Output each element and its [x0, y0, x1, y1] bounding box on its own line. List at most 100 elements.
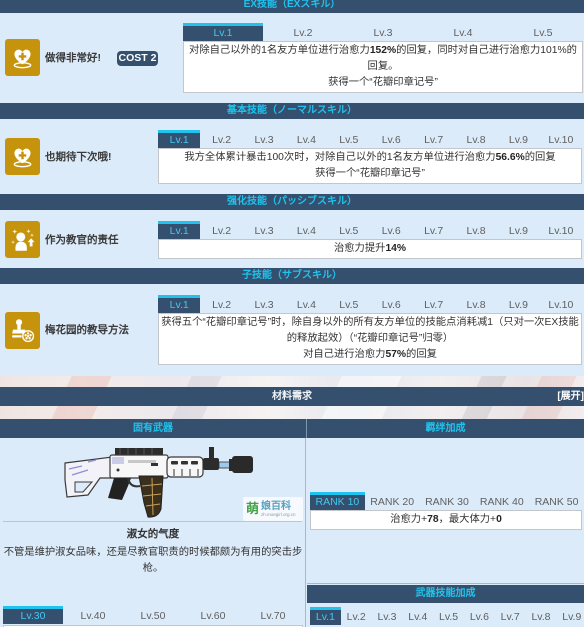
sub-skill-name: 梅花园的教导方法	[45, 324, 129, 336]
normal-skill-tab-lv-3[interactable]: Lv.3	[243, 130, 285, 148]
ex-skill-tab-lv-2[interactable]: Lv.2	[263, 23, 343, 41]
bond-rank-tab-rank-50[interactable]: RANK 50	[529, 492, 584, 510]
sub-skill-tab-lv-3[interactable]: Lv.3	[243, 295, 285, 313]
bond-description: 治愈力+78，最大体力+0	[310, 510, 582, 530]
weapon-skill-tab-lv-7[interactable]: Lv.7	[495, 607, 526, 625]
normal-skill-level-table: Lv.1 Lv.2 Lv.3 Lv.4 Lv.5 Lv.6 Lv.7 Lv.8 Lv.9 Lv.1…	[158, 130, 582, 184]
normal-skill-description: 我方全体累计暴击100次时，对除自己以外的1名友方单位进行治愈力56.6%的回复…	[158, 148, 582, 184]
passive-skill-tab-lv-5[interactable]: Lv.5	[328, 221, 370, 239]
sub-skill-tab-lv-6[interactable]: Lv.6	[370, 295, 412, 313]
sub-skill-tab-lv-4[interactable]: Lv.4	[285, 295, 327, 313]
weapon-skill-tab-lv-3[interactable]: Lv.3	[372, 607, 403, 625]
sub-skill-tab-lv-7[interactable]: Lv.7	[412, 295, 454, 313]
passive-skill-tab-lv-2[interactable]: Lv.2	[200, 221, 242, 239]
watermark-logo: 萌	[246, 501, 260, 516]
sub-skill-level-table: Lv.1 Lv.2 Lv.3 Lv.4 Lv.5 Lv.6 Lv.7 Lv.8 Lv.9 Lv.1…	[158, 295, 582, 365]
bond-header: 羁绊加成	[306, 419, 584, 438]
weapon-divider	[3, 521, 302, 522]
bond-rank-tab-rank-40[interactable]: RANK 40	[474, 492, 529, 510]
passive-skill-tab-lv-1[interactable]: Lv.1	[158, 221, 201, 239]
passive-skill-name: 作为教官的责任	[45, 234, 119, 246]
weapon-description: 不管是维护淑女品味，还是尽教官职责的时候都颇为有用的突击步枪。	[3, 547, 303, 574]
heal-heart-icon	[13, 148, 32, 168]
normal-skill-tab-lv-5[interactable]: Lv.5	[328, 130, 370, 148]
weapon-skill-tab-lv-2[interactable]: Lv.2	[341, 607, 372, 625]
normal-skill-icon-tile	[5, 138, 40, 175]
passive-skill-tab-lv-10[interactable]: Lv.10	[540, 221, 582, 239]
normal-skill-tab-lv-8[interactable]: Lv.8	[455, 130, 497, 148]
assault-rifle-icon	[64, 447, 253, 518]
highlight-value: 57%	[385, 349, 407, 360]
weapon-skill-tab-lv-6[interactable]: Lv.6	[464, 607, 495, 625]
bond-rank-tab-rank-20[interactable]: RANK 20	[365, 492, 420, 510]
bond-rank-table: RANK 10 RANK 20 RANK 30 RANK 40 RANK 50 治愈力+…	[310, 492, 584, 530]
weapon-level-tab-lv-60[interactable]: Lv.60	[183, 606, 243, 624]
ex-skill-description: 对除自己以外的1名友方单位进行治愈力152%的回复，同时对自己进行治愈力101%…	[183, 41, 583, 93]
weapon-name: 淑女的气度	[126, 528, 180, 540]
description-text: 的回复，同时对自己进行治愈力101%的回复。	[367, 45, 577, 72]
ex-skill-tab-lv-4[interactable]: Lv.4	[423, 23, 503, 41]
expand-toggle-link[interactable]: [展开]	[557, 387, 584, 406]
weapon-skill-tab-lv-8[interactable]: Lv.8	[526, 607, 557, 625]
normal-skill-level-tabs: Lv.1 Lv.2 Lv.3 Lv.4 Lv.5 Lv.6 Lv.7 Lv.8 Lv.9 Lv.1…	[158, 130, 582, 148]
weapon-skill-tab-lv-5[interactable]: Lv.5	[433, 607, 464, 625]
bond-rank-tab-rank-10[interactable]: RANK 10	[310, 492, 365, 510]
sub-skill-description: 获得五个“花瓣印章记号”时，除自身以外的所有友方单位的技能点消耗减1（只对一次E…	[158, 313, 582, 365]
weapon-level-tab-lv-30[interactable]: Lv.30	[3, 606, 63, 624]
normal-skill-tab-lv-1[interactable]: Lv.1	[158, 130, 201, 148]
passive-skill-tab-lv-8[interactable]: Lv.8	[455, 221, 497, 239]
normal-skill-tab-lv-7[interactable]: Lv.7	[412, 130, 454, 148]
watermark-name: 娘百科	[261, 500, 292, 512]
sub-skill-tab-lv-1[interactable]: Lv.1	[158, 295, 201, 313]
description-text: ，最大体力+	[438, 514, 497, 525]
section-header-normal-skill: 基本技能（ノーマルスキル）	[0, 103, 584, 119]
normal-skill-tab-lv-9[interactable]: Lv.9	[497, 130, 539, 148]
ex-skill-name: 做得非常好!	[45, 52, 101, 64]
sub-skill-tab-lv-5[interactable]: Lv.5	[328, 295, 370, 313]
description-text: 我方全体累计暴击100次时，对除自己以外的1名友方单位进行治愈力	[184, 152, 496, 163]
description-text: 治愈力提升	[333, 243, 386, 254]
weapon-level-tab-lv-40[interactable]: Lv.40	[63, 606, 123, 624]
normal-skill-tab-lv-4[interactable]: Lv.4	[285, 130, 327, 148]
sub-skill-icon-tile	[5, 312, 40, 349]
heal-heart-icon	[13, 49, 32, 69]
weapon-skill-level-table: Lv.1 Lv.2 Lv.3 Lv.4 Lv.5 Lv.6 Lv.7 Lv.8 Lv.9	[310, 607, 584, 625]
sub-skill-tab-lv-10[interactable]: Lv.10	[540, 295, 582, 313]
description-line: 获得五个“花瓣印章记号”时，除自身以外的所有友方单位的技能点消耗减1（只对一次E…	[161, 315, 579, 347]
ex-skill-tab-lv-3[interactable]: Lv.3	[343, 23, 423, 41]
weapon-skill-tab-lv-1[interactable]: Lv.1	[310, 607, 341, 625]
sub-skill-tab-lv-2[interactable]: Lv.2	[200, 295, 242, 313]
passive-skill-tab-lv-7[interactable]: Lv.7	[412, 221, 454, 239]
weapon-level-tabs: Lv.30 Lv.40 Lv.50 Lv.60 Lv.70	[3, 606, 303, 625]
passive-skill-tab-lv-9[interactable]: Lv.9	[497, 221, 539, 239]
description-text: 的回复	[406, 349, 437, 360]
passive-skill-tab-lv-4[interactable]: Lv.4	[285, 221, 327, 239]
passive-skill-tab-lv-3[interactable]: Lv.3	[243, 221, 285, 239]
sub-skill-tab-lv-9[interactable]: Lv.9	[497, 295, 539, 313]
bond-rank-tabs: RANK 10 RANK 20 RANK 30 RANK 40 RANK 50	[310, 492, 584, 510]
buff-figure-icon	[11, 229, 35, 251]
weapon-skill-tab-lv-9[interactable]: Lv.9	[556, 607, 584, 625]
weapon-skill-tab-lv-4[interactable]: Lv.4	[402, 607, 433, 625]
passive-skill-description: 治愈力提升14%	[158, 239, 582, 259]
ex-skill-tab-lv-5[interactable]: Lv.5	[503, 23, 583, 41]
normal-skill-tab-lv-2[interactable]: Lv.2	[200, 130, 242, 148]
ex-skill-tab-lv-1[interactable]: Lv.1	[183, 23, 263, 41]
normal-skill-tab-lv-6[interactable]: Lv.6	[370, 130, 412, 148]
sub-skill-tab-lv-8[interactable]: Lv.8	[455, 295, 497, 313]
bond-rank-tab-rank-30[interactable]: RANK 30	[420, 492, 475, 510]
description-line: 对自己进行治愈力57%的回复	[161, 347, 579, 363]
description-text: 治愈力+	[390, 514, 428, 525]
cost-badge: COST 2	[117, 51, 158, 66]
ex-skill-level-table: Lv.1 Lv.2 Lv.3 Lv.4 Lv.5 对除自己以外的1名友方单位进行治愈力1…	[183, 23, 583, 93]
description-text: 获得五个“花瓣印章记号”时，除自身以外的所有友方单位的技能点消耗减1（只对一次E…	[161, 317, 579, 344]
normal-skill-tab-lv-10[interactable]: Lv.10	[540, 130, 582, 148]
weapon-level-tab-lv-50[interactable]: Lv.50	[123, 606, 183, 624]
materials-header: 材料需求 [展开]	[0, 387, 584, 406]
weapon-level-tab-lv-70[interactable]: Lv.70	[243, 606, 303, 624]
sub-skill-level-tabs: Lv.1 Lv.2 Lv.3 Lv.4 Lv.5 Lv.6 Lv.7 Lv.8 Lv.9 Lv.1…	[158, 295, 582, 313]
highlight-value: 152%	[369, 45, 397, 56]
description-text: 获得一个“花瓣印章记号”	[328, 77, 438, 88]
passive-skill-tab-lv-6[interactable]: Lv.6	[370, 221, 412, 239]
description-line: 获得一个“花瓣印章记号”	[186, 75, 580, 91]
